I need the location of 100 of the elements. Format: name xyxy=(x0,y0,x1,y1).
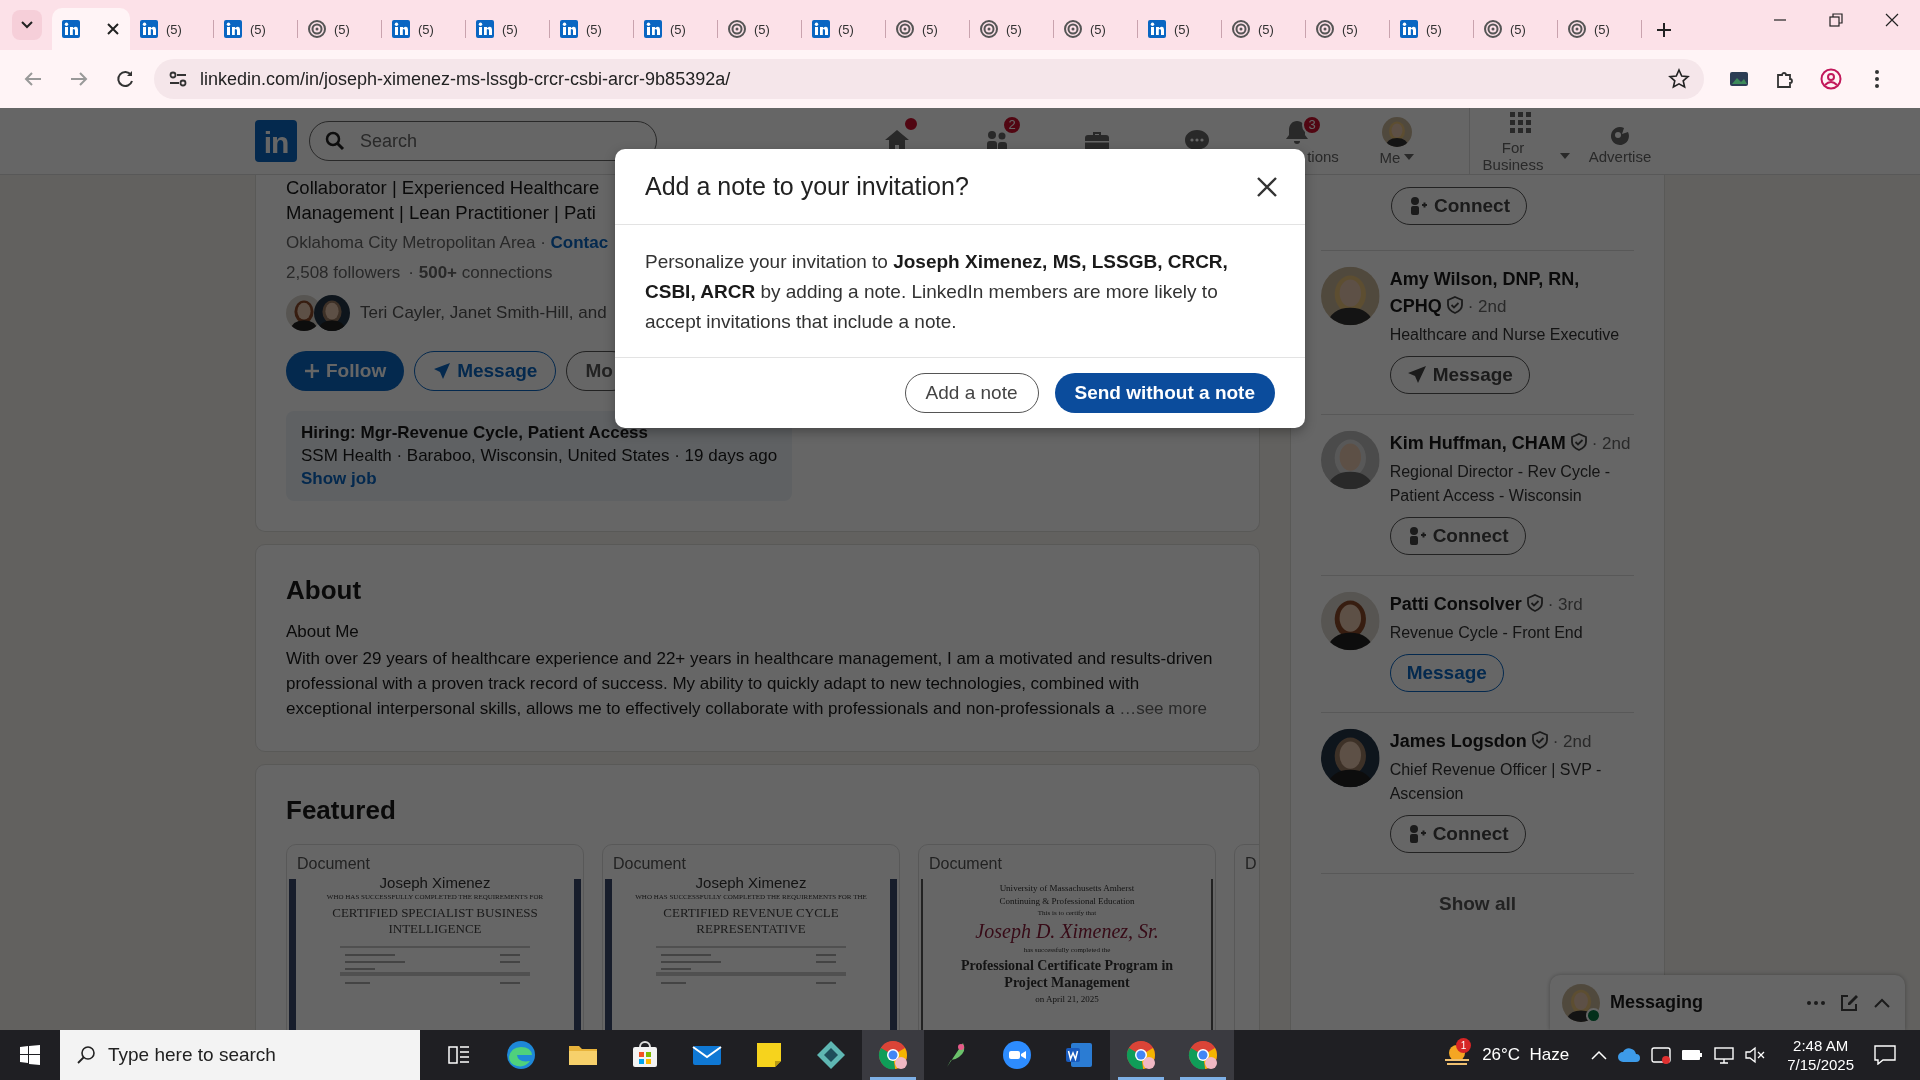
diamond-icon xyxy=(815,1039,847,1071)
message-button[interactable]: Message xyxy=(1389,356,1530,394)
more-icon xyxy=(1807,1000,1825,1005)
document-label: Document xyxy=(296,855,371,873)
spiral-icon xyxy=(1316,20,1334,38)
message-button[interactable]: Message xyxy=(1389,654,1504,692)
more-button[interactable] xyxy=(1805,998,1827,1007)
see-more-link[interactable]: …see more xyxy=(1119,699,1207,718)
browser-tab[interactable]: (5) xyxy=(1138,8,1222,50)
document-text: Joseph Ximenez xyxy=(695,877,807,889)
taskbar-app[interactable] xyxy=(862,1030,924,1080)
linkedin-icon xyxy=(812,20,830,38)
browser-tab[interactable] xyxy=(52,8,130,50)
spiral-icon xyxy=(308,20,326,38)
about-text: With over 29 years of healthcare experience and 22+ years in healthcare management, I am a motivated and results-driven professional with a proven track record of success. My ability to quickly adapt to new technologies, combined with exceptional interpersonal skills, allows me to effectively collaborate with professionals and non-professionals a …see more xyxy=(286,648,1214,720)
photo-frame-icon xyxy=(1729,69,1749,89)
browser-tab[interactable]: (5) xyxy=(1390,8,1474,50)
person-name[interactable]: Amy Wilson, DNP, RN, CPHQ · 2nd xyxy=(1389,266,1634,320)
spiral-icon xyxy=(728,20,746,38)
taskbar-search-field[interactable]: Type here to search xyxy=(60,1030,420,1080)
spiral-icon xyxy=(980,20,998,38)
document-text: Continuing & Professional Education xyxy=(999,896,1135,906)
round-browser-icon xyxy=(1187,1039,1219,1071)
browser-tab[interactable]: (5) xyxy=(1222,8,1306,50)
chevron-up-icon xyxy=(1873,996,1891,1009)
address-bar[interactable]: linkedin.com/in/joseph-ximenez-ms-lssgb-crcr-csbi-arcr-9b85392a/ xyxy=(154,59,1704,99)
profile-action-button[interactable]: Message xyxy=(414,351,557,391)
browser-tab[interactable]: (5) xyxy=(1558,8,1642,50)
tab-list-button[interactable] xyxy=(12,10,42,40)
about-subtitle: About Me xyxy=(286,622,360,642)
linkedin-icon xyxy=(224,20,242,38)
logo[interactable]: in xyxy=(255,120,297,162)
show-all-button[interactable]: Show all xyxy=(1432,892,1523,916)
browser-tab[interactable]: (5) xyxy=(802,8,886,50)
browser-tab[interactable]: (5) xyxy=(970,8,1054,50)
browser-tab[interactable]: (5) xyxy=(298,8,382,50)
taskbar-app[interactable] xyxy=(1110,1030,1172,1080)
linkedin-icon xyxy=(476,20,494,38)
cloud-icon[interactable] xyxy=(1617,1047,1642,1063)
location-text: Oklahoma City Metropolitan Area · Contac xyxy=(286,233,609,253)
browser-tab[interactable]: (5) xyxy=(1306,8,1390,50)
nav-item[interactable]: For Business xyxy=(1470,108,1570,175)
network-icon[interactable] xyxy=(1713,1046,1736,1064)
browser-tab[interactable]: (5) xyxy=(382,8,466,50)
nav-item[interactable]: Me xyxy=(1347,108,1447,175)
browser-tab[interactable]: (5) xyxy=(886,8,970,50)
add-note-button[interactable]: Add a note xyxy=(904,373,1039,413)
battery-icon[interactable] xyxy=(1681,1048,1704,1062)
contact-link[interactable]: Contac xyxy=(550,233,609,252)
browser-tab[interactable]: (5) xyxy=(634,8,718,50)
spiral-icon xyxy=(1232,20,1250,38)
profile-headline: Collaborator | Experienced Healthcare xyxy=(286,176,600,200)
browser-tab[interactable]: (5) xyxy=(130,8,214,50)
nav-item[interactable]: Advertise xyxy=(1570,108,1670,175)
document-label: Document xyxy=(928,855,1003,873)
messaging-bar[interactable]: Messaging xyxy=(1550,975,1905,1030)
spiral-icon xyxy=(1484,20,1502,38)
document-label: Document xyxy=(612,855,687,873)
job-details: SSM Health · Baraboo, Wisconsin, United States · 19 days ago xyxy=(301,446,778,466)
person-name[interactable]: Kim Huffman, CHAM · 2nd xyxy=(1389,430,1634,457)
document-text: on April 21, 2025 xyxy=(1035,994,1099,1004)
person-headline: Regional Director - Rev Cycle - Patient Access - Wisconsin xyxy=(1389,462,1612,506)
linkedin-icon xyxy=(1148,20,1166,38)
taskbar-app[interactable] xyxy=(1172,1030,1234,1080)
section-title: About xyxy=(286,575,363,606)
browser-tab[interactable]: (5) xyxy=(718,8,802,50)
person-name[interactable]: Patti Consolver · 3rd xyxy=(1389,591,1634,618)
browser-tab[interactable]: (5) xyxy=(214,8,298,50)
notification-icon[interactable] xyxy=(1874,1045,1896,1065)
windows-icon xyxy=(20,1045,40,1065)
mutual-connections[interactable]: Teri Cayler, Janet Smith-Hill, and xyxy=(360,303,607,323)
browser-tab[interactable]: (5) xyxy=(466,8,550,50)
search-field[interactable]: Search xyxy=(309,121,657,161)
show-job-link[interactable]: Show job xyxy=(301,469,377,489)
send-button[interactable]: Send without a note xyxy=(1054,373,1275,413)
person-headline: Healthcare and Nurse Executive xyxy=(1389,325,1621,345)
clock[interactable]: 2:48 AM 7/15/2025 xyxy=(1787,1036,1854,1074)
close-icon[interactable] xyxy=(106,22,120,36)
site-info-icon[interactable] xyxy=(168,69,188,89)
browser-tab[interactable]: (5) xyxy=(1054,8,1138,50)
browser-tab[interactable]: (5) xyxy=(550,8,634,50)
spiral-icon xyxy=(1064,20,1082,38)
linkedin-icon xyxy=(1400,20,1418,38)
swirl-icon xyxy=(505,1039,537,1071)
connect-button[interactable]: Connect xyxy=(1389,517,1526,555)
connect-button[interactable]: Connect xyxy=(1389,815,1526,853)
connect-button[interactable]: Connect xyxy=(1391,187,1527,225)
person-name[interactable]: James Logsdon · 2nd xyxy=(1389,728,1634,755)
document-text: Joseph Ximenez xyxy=(379,877,491,889)
browser-tab[interactable]: (5) xyxy=(1474,8,1558,50)
chevron-up-icon[interactable] xyxy=(1591,1050,1608,1060)
compose-icon xyxy=(1839,992,1859,1013)
security-icon[interactable] xyxy=(1651,1045,1672,1065)
profile-action-button[interactable]: Follow xyxy=(286,351,405,391)
round-browser-icon xyxy=(1125,1039,1157,1071)
kebab-menu-icon xyxy=(1874,69,1880,89)
notification-count: 1 xyxy=(1456,1038,1472,1053)
person-headline: Revenue Cycle - Front End xyxy=(1389,623,1584,643)
star-icon[interactable] xyxy=(1668,68,1690,90)
reload-icon xyxy=(115,69,135,89)
